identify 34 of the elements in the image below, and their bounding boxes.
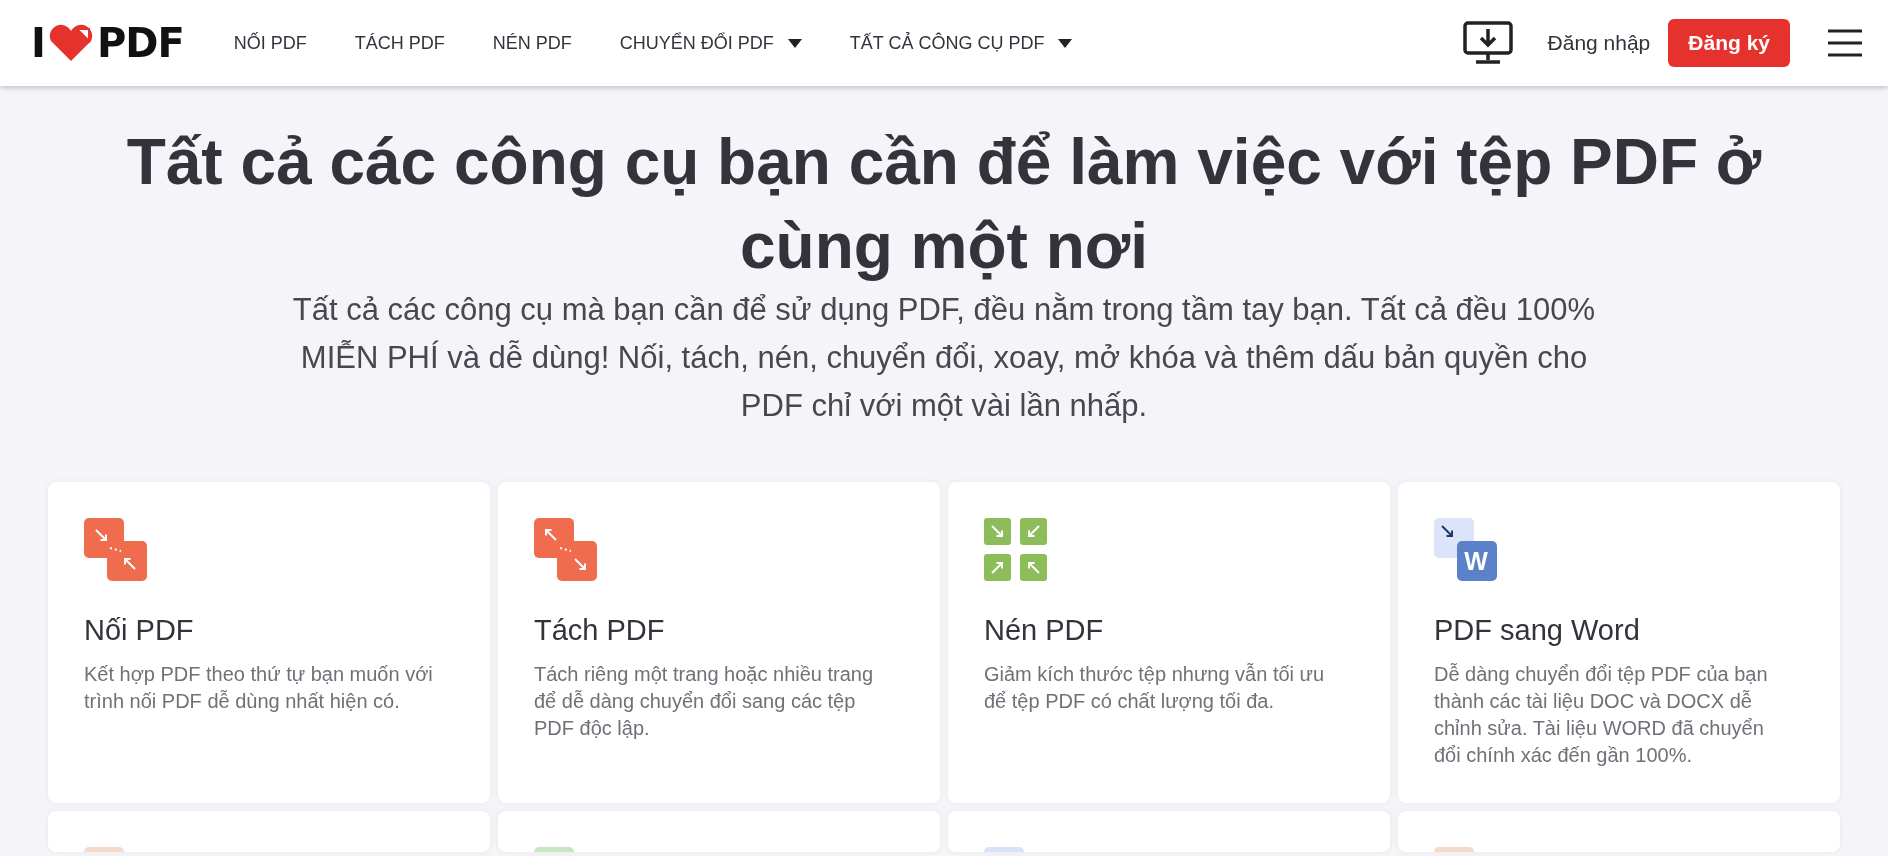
arrows-icon [984, 518, 1047, 581]
tool-card[interactable] [948, 811, 1390, 852]
page-subheading: Tất cả các công cụ mà bạn cần để sử dụng PDF, đều nằm trong tầm tay bạn. Tất cả đều 100% MIỄN PHÍ và dễ dùng! Nối, tách, nén, chuyển đổi, xoay, mở khóa và thêm dấu bản quyền cho PDF chỉ với một vài lần nhấp. [291, 291, 1597, 425]
icon-letter: W [1463, 546, 1489, 577]
card-description: Giảm kích thước tệp nhưng vẫn tối ưu để tệp PDF có chất lượng tối đa. [984, 662, 1326, 714]
nav-link[interactable]: NÉN PDF [492, 32, 572, 54]
tool-card[interactable] [1398, 811, 1840, 852]
tool-card[interactable]: W PDF sang Word Dễ dàng chuyển đổi tệp PDF của bạn thành các tài liệu DOC và DOCX dễ chỉnh sửa. Tài liệu WORD đã chuyển đổi chính xác đến gần 100%. [1398, 482, 1840, 803]
tool-card[interactable]: Tách PDF Tách riêng một trang hoặc nhiều trang để dễ dàng chuyển đổi sang các tệp PDF độc lập. [498, 482, 940, 803]
card-description: Kết hợp PDF theo thứ tự bạn muốn với trình nối PDF dễ dùng nhất hiện có. [84, 662, 434, 714]
tool-card[interactable] [498, 811, 940, 852]
card-title: PDF sang Word [1434, 614, 1641, 647]
logo-text[interactable]: I [31, 20, 45, 66]
card-title: Nối PDF [84, 614, 195, 647]
card-description: Dễ dàng chuyển đổi tệp PDF của bạn thành các tài liệu DOC và DOCX dễ chỉnh sửa. Tài liệu WORD đã chuyển đổi chính xác đến gần 100%. [1434, 662, 1769, 768]
card-title: Nén PDF [984, 614, 1105, 647]
menu-icon[interactable] [1826, 28, 1864, 58]
page-heading: Tất cả các công cụ bạn cần để làm việc với tệp PDF ở cùng một nơi [125, 125, 1763, 284]
nav-link[interactable]: NỐI PDF [233, 32, 307, 54]
tool-card[interactable]: Nối PDF Kết hợp PDF theo thứ tự bạn muốn với trình nối PDF dễ dùng nhất hiện có. [48, 482, 490, 803]
card-title: Tách PDF [534, 614, 666, 647]
documents-icon [1434, 518, 1497, 581]
signup-button[interactable]: Đăng ký [1668, 19, 1790, 67]
nav-link[interactable]: CHUYỂN ĐỔI PDF [619, 32, 802, 54]
nav-link[interactable]: TẤT CẢ CÔNG CỤ PDF [849, 32, 1073, 54]
card-description: Tách riêng một trang hoặc nhiều trang để dễ dàng chuyển đổi sang các tệp PDF độc lập. [534, 662, 875, 741]
nav-link[interactable]: TÁCH PDF [354, 32, 445, 54]
login-link[interactable]: Đăng nhập [1547, 31, 1651, 55]
logo-text[interactable]: PDF [96, 20, 184, 66]
monitor-download-icon[interactable] [1461, 20, 1514, 66]
tool-card[interactable]: Nén PDF Giảm kích thước tệp nhưng vẫn tối ưu để tệp PDF có chất lượng tối đa. [948, 482, 1390, 803]
squares-arrows-icon [534, 518, 597, 581]
tool-card[interactable] [48, 811, 490, 852]
squares-arrows-icon [84, 518, 147, 581]
